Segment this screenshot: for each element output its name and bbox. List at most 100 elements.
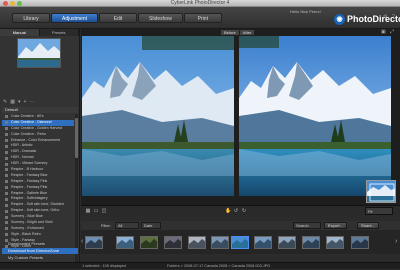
preset-preview-thumbnail bbox=[17, 38, 61, 68]
filmstrip-thumbnail[interactable] bbox=[188, 236, 206, 249]
rotate-right-icon[interactable]: ↻ bbox=[241, 208, 247, 214]
preset-label: Respire - B Harbour bbox=[11, 167, 43, 172]
preset-group-header[interactable]: Default bbox=[2, 107, 78, 113]
download-from-directorzone[interactable]: Download from DirectorZone bbox=[2, 248, 78, 254]
preset-icon bbox=[5, 162, 8, 166]
selection-status: 1 selected : 105 displayed bbox=[82, 264, 126, 268]
search-input[interactable]: Search bbox=[293, 222, 321, 229]
scrollbar-thumb[interactable] bbox=[75, 118, 78, 158]
filmstrip-thumbnail[interactable] bbox=[85, 236, 103, 249]
status-bar: 1 selected : 105 displayed Folders > 200… bbox=[0, 262, 400, 269]
preset-icon bbox=[5, 197, 8, 201]
left-panel-tabs: Manual Presets bbox=[0, 29, 79, 36]
scroll-right-icon[interactable]: › bbox=[395, 238, 397, 245]
main-nav: Library Adjustment Edit Slideshow Print … bbox=[0, 7, 400, 29]
tab-library[interactable]: Library bbox=[12, 13, 50, 23]
preset-label: Scenery - Blue Blue bbox=[11, 214, 43, 219]
preset-label: HDR - Normal bbox=[11, 155, 34, 160]
filmstrip-thumbnail[interactable] bbox=[278, 236, 296, 249]
logo-icon: ◉ bbox=[334, 13, 345, 25]
preset-label: Respire - Soft skin tone, Ortho bbox=[11, 208, 60, 213]
add-icon[interactable]: + bbox=[23, 99, 26, 106]
filmstrip-thumbnail[interactable] bbox=[326, 236, 344, 249]
preset-label: Respire - Softvintagery bbox=[11, 196, 48, 201]
preset-label: HDR - Dramatic bbox=[11, 149, 37, 154]
filmstrip-thumbnail[interactable] bbox=[254, 236, 272, 249]
viewer-toolbar: ▦ ▭ ◫ ✋ ↺ ↻ Fit bbox=[81, 205, 400, 215]
zoom-select[interactable]: Fit bbox=[365, 207, 393, 215]
preset-icon bbox=[5, 115, 8, 119]
share-button[interactable]: Share... bbox=[357, 222, 380, 229]
filmstrip: ‹ › bbox=[81, 230, 400, 254]
preset-icon bbox=[5, 127, 8, 131]
compare-icon[interactable]: ▣ bbox=[381, 29, 386, 35]
filmstrip-thumbnail[interactable] bbox=[140, 236, 158, 249]
preset-label: Respire - Fantasy Pink bbox=[11, 178, 48, 183]
filter-icon[interactable]: ▾ bbox=[18, 99, 21, 106]
filmstrip-thumbnail[interactable] bbox=[351, 236, 369, 249]
tab-adjustment[interactable]: Adjustment bbox=[51, 13, 99, 23]
fullscreen-icon[interactable]: ⤢ bbox=[390, 29, 394, 35]
settings-icon[interactable]: ⚙ bbox=[383, 14, 387, 20]
help-icon[interactable]: ? bbox=[392, 14, 395, 20]
preset-label: Respire - Soft skin tone, Studded bbox=[11, 202, 64, 207]
custom-presets-header[interactable]: My Custom Presets bbox=[2, 255, 78, 261]
navigator-thumbnail[interactable] bbox=[366, 180, 396, 203]
scroll-left-icon[interactable]: ‹ bbox=[81, 238, 83, 245]
after-photo[interactable] bbox=[239, 36, 391, 196]
single-view-icon[interactable]: ▭ bbox=[93, 208, 99, 214]
filmstrip-thumbnail[interactable] bbox=[302, 236, 320, 249]
compare-icon[interactable]: ◫ bbox=[101, 208, 107, 214]
preset-icon bbox=[5, 144, 8, 148]
before-label: Before bbox=[221, 30, 239, 35]
filmstrip-thumbnail[interactable] bbox=[211, 236, 229, 249]
layers-icon[interactable]: ▦ bbox=[10, 99, 15, 106]
filter-select[interactable]: All bbox=[115, 222, 139, 229]
grid-view-icon[interactable]: ▦ bbox=[85, 208, 91, 214]
file-path: Folders > 2008-07-17 Canada 2008 > Canad… bbox=[166, 264, 271, 268]
tab-print[interactable]: Print bbox=[183, 13, 222, 23]
preset-label: Style - Black Retro bbox=[11, 231, 41, 236]
filmstrip-thumbnail[interactable] bbox=[231, 236, 249, 249]
module-tabs: Library Adjustment Edit Slideshow Print bbox=[12, 13, 223, 23]
left-panel: Manual Presets ✎ ▦ ▾ + ⋯ Default Color C… bbox=[0, 29, 80, 264]
tab-edit[interactable]: Edit bbox=[99, 13, 138, 23]
preset-label: Enhance - Color Enhancement bbox=[11, 137, 61, 142]
preset-label: Scenery - Enhanced bbox=[11, 225, 44, 230]
after-label: After bbox=[239, 30, 255, 35]
preset-icon bbox=[5, 227, 8, 231]
preset-label: Color Creative - Golden Harvest bbox=[11, 125, 63, 130]
tab-presets[interactable]: Presets bbox=[40, 29, 79, 36]
camera-icon[interactable]: ✎ bbox=[3, 99, 7, 106]
user-greeting[interactable]: Hello Nick Peers! bbox=[290, 9, 321, 14]
preset-label: HDR - Vibrant Scenery bbox=[11, 161, 48, 166]
title-bar: CyberLink PhotoDirector 4 bbox=[0, 0, 400, 7]
preset-tool-icons: ✎ ▦ ▾ + ⋯ bbox=[3, 99, 77, 106]
preset-label: Color Creative - Diamond bbox=[11, 119, 52, 124]
preset-label: Scenery - Bright and Vivid bbox=[11, 220, 53, 225]
preset-icon bbox=[5, 203, 8, 207]
preset-icon bbox=[5, 138, 8, 142]
preset-icon bbox=[5, 186, 8, 190]
filmstrip-thumbnail[interactable] bbox=[164, 236, 182, 249]
app-logo: ◉ PhotoDirector bbox=[334, 13, 400, 25]
more-icon[interactable]: ⋯ bbox=[29, 99, 34, 106]
preset-label: Color Creative - 80's bbox=[11, 114, 44, 118]
preset-label: Respire - Fantasy Blue bbox=[11, 172, 48, 177]
tab-slideshow[interactable]: Slideshow bbox=[138, 13, 183, 23]
filter-label: Filter: bbox=[101, 223, 111, 228]
before-photo[interactable] bbox=[82, 36, 234, 196]
tab-manual[interactable]: Manual bbox=[0, 29, 40, 36]
downloaded-presets-header[interactable]: Downloaded Presets bbox=[2, 241, 78, 247]
filmstrip-thumbnail[interactable] bbox=[116, 236, 134, 249]
sort-select[interactable]: Date bbox=[141, 222, 161, 229]
preset-icon bbox=[5, 133, 8, 137]
preset-label: Respire - Fantasy Pink bbox=[11, 184, 48, 189]
window-title: CyberLink PhotoDirector 4 bbox=[170, 0, 230, 6]
preset-label: HDR - Artistic bbox=[11, 143, 33, 148]
preset-icon bbox=[5, 215, 8, 219]
export-button[interactable]: Export... bbox=[324, 222, 347, 229]
rotate-left-icon[interactable]: ↺ bbox=[233, 208, 239, 214]
preset-icon bbox=[5, 156, 8, 160]
hand-icon[interactable]: ✋ bbox=[225, 208, 231, 214]
